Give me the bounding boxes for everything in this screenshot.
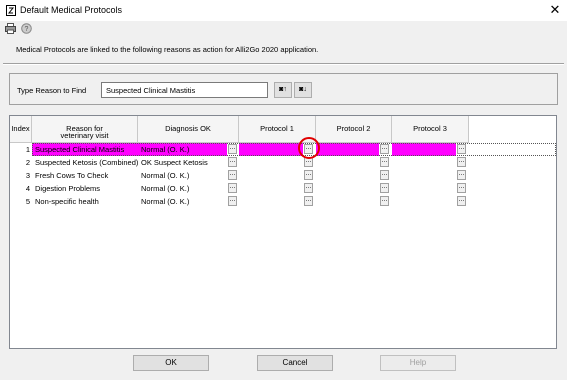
row-4-protocol2-ellipsis-button[interactable]: ...	[380, 183, 389, 193]
search-down-button[interactable]: ◙↓	[294, 82, 312, 98]
find-label: Type Reason to Find	[17, 86, 87, 95]
row-4-protocol1-ellipsis-button[interactable]: ...	[304, 183, 313, 193]
help-icon[interactable]: ?	[21, 23, 32, 34]
cancel-button[interactable]: Cancel	[257, 355, 333, 371]
row-1-focus-outline	[32, 143, 556, 156]
printer-icon[interactable]	[5, 23, 16, 34]
description-text: Medical Protocols are linked to the foll…	[16, 45, 319, 54]
row-2-protocol2-ellipsis-button[interactable]: ...	[380, 157, 389, 167]
ok-button[interactable]: OK	[133, 355, 209, 371]
row-2-diagnosis-ellipsis-button[interactable]: ...	[228, 157, 237, 167]
row-5-diagnosis-ellipsis-button[interactable]: ...	[228, 196, 237, 206]
row-3-diagnosis-ellipsis-button[interactable]: ...	[228, 170, 237, 180]
highlight-circle	[298, 137, 320, 159]
row-3-protocol1-ellipsis-button[interactable]: ...	[304, 170, 313, 180]
search-up-button[interactable]: ◙↑	[274, 82, 292, 98]
row-5-reason[interactable]: Non-specific health	[32, 195, 138, 208]
window-title: Default Medical Protocols	[20, 5, 123, 15]
row-2-reason[interactable]: Suspected Ketosis (Combined)	[32, 156, 138, 169]
row-5-index: 5	[25, 197, 30, 206]
row-3-diagnosis[interactable]: Normal (O. K.)	[138, 169, 227, 182]
header-protocol2[interactable]: Protocol 2	[316, 116, 392, 143]
row-4-diagnosis-ellipsis-button[interactable]: ...	[228, 183, 237, 193]
header-diagnosis[interactable]: Diagnosis OK	[138, 116, 239, 143]
row-5-protocol1-ellipsis-button[interactable]: ...	[304, 196, 313, 206]
row-2-protocol3-ellipsis-button[interactable]: ...	[457, 157, 466, 167]
header-reason[interactable]: Reason for veterinary visit	[32, 116, 138, 143]
svg-text:?: ?	[25, 26, 29, 33]
row-5-diagnosis[interactable]: Normal (O. K.)	[138, 195, 227, 208]
app-icon	[6, 5, 16, 16]
close-icon[interactable]: ✕	[548, 2, 562, 18]
row-4-diagnosis[interactable]: Normal (O. K.)	[138, 182, 227, 195]
row-3-index: 3	[25, 171, 30, 180]
help-button[interactable]: Help	[380, 355, 456, 371]
row-3-reason[interactable]: Fresh Cows To Check	[32, 169, 138, 182]
row-2-index: 2	[25, 158, 30, 167]
find-reason-input[interactable]: Suspected Clinical Mastitis	[101, 82, 268, 98]
row-3-protocol2-ellipsis-button[interactable]: ...	[380, 170, 389, 180]
row-1-index: 1	[25, 145, 30, 154]
separator	[3, 63, 564, 65]
header-index[interactable]: Index	[10, 116, 32, 143]
row-5-protocol2-ellipsis-button[interactable]: ...	[380, 196, 389, 206]
row-4-index: 4	[25, 184, 30, 193]
header-protocol3[interactable]: Protocol 3	[392, 116, 469, 143]
row-4-reason[interactable]: Digestion Problems	[32, 182, 138, 195]
toolbar	[0, 21, 567, 37]
row-4-protocol3-ellipsis-button[interactable]: ...	[457, 183, 466, 193]
row-3-protocol3-ellipsis-button[interactable]: ...	[457, 170, 466, 180]
row-5-protocol3-ellipsis-button[interactable]: ...	[457, 196, 466, 206]
row-2-diagnosis[interactable]: OK Suspect Ketosis	[138, 156, 227, 169]
